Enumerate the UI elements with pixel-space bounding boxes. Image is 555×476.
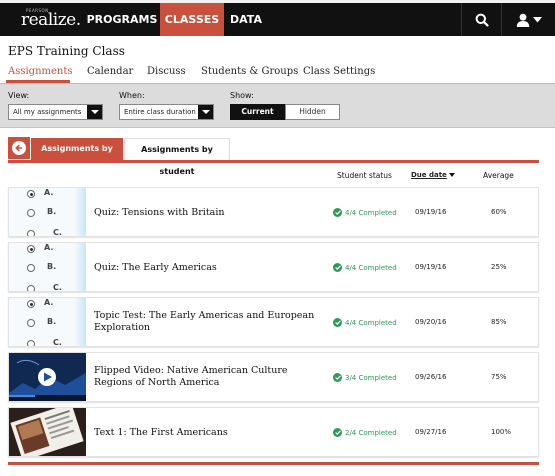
assignment-row[interactable]: A. B. C. Quiz: Tensions with Britain 4/4… xyxy=(8,187,539,237)
when-filter-value: Entire class duration xyxy=(124,108,196,116)
assignment-title[interactable]: Quiz: The Early Americas xyxy=(94,262,217,274)
brand-logo[interactable]: realize. xyxy=(21,10,81,30)
text-thumbnail xyxy=(9,408,86,456)
due-date: 09/19/16 xyxy=(415,208,447,216)
student-status: 3/4 Completed xyxy=(333,373,397,382)
column-header-average: Average xyxy=(483,171,514,180)
student-status: 4/4 Completed xyxy=(333,263,397,272)
view-tab-divider xyxy=(8,160,539,163)
tab-class-settings[interactable]: Class Settings xyxy=(303,66,375,77)
check-icon xyxy=(333,373,342,382)
student-status: 2/4 Completed xyxy=(333,428,397,437)
arrow-left-icon xyxy=(15,144,23,152)
radio-icon xyxy=(27,190,35,198)
video-thumbnail xyxy=(9,353,86,401)
average-score: 75% xyxy=(491,373,507,381)
radio-icon xyxy=(27,300,35,308)
due-date: 09/27/16 xyxy=(415,428,447,436)
check-icon xyxy=(333,428,342,437)
user-menu-button[interactable] xyxy=(501,3,555,36)
sort-down-icon xyxy=(448,173,455,177)
average-score: 85% xyxy=(491,318,507,326)
show-current-toggle[interactable]: Current xyxy=(230,104,285,120)
check-icon xyxy=(333,318,342,327)
tab-assignments-by-student[interactable]: Assignments by student xyxy=(124,138,230,176)
top-nav-bar: PEARSON realize. PROGRAMS CLASSES DATA xyxy=(0,0,555,36)
page-title: EPS Training Class xyxy=(8,44,125,58)
radio-icon xyxy=(27,209,35,217)
when-filter-label: When: xyxy=(119,91,145,100)
average-score: 100% xyxy=(491,428,512,436)
due-date: 09/19/16 xyxy=(415,263,447,271)
assignment-row[interactable]: Flipped Video: Native American Culture R… xyxy=(8,352,539,402)
assignment-title[interactable]: Topic Test: The Early Americas and Europ… xyxy=(94,310,314,334)
tab-discuss[interactable]: Discuss xyxy=(147,66,186,77)
quiz-thumbnail: A. B. C. xyxy=(9,188,86,236)
tab-assignments[interactable]: Assignments xyxy=(8,66,73,77)
chevron-down-icon xyxy=(532,16,542,22)
assignment-title[interactable]: Text 1: The First Americans xyxy=(94,427,228,439)
search-button[interactable] xyxy=(461,3,501,36)
show-filter-label: Show: xyxy=(230,91,254,100)
view-filter-value: All my assignments xyxy=(13,108,82,116)
radio-icon xyxy=(27,230,35,236)
user-icon xyxy=(516,13,529,27)
assignment-title[interactable]: Quiz: Tensions with Britain xyxy=(94,207,224,219)
radio-icon xyxy=(27,245,35,253)
column-header-status: Student status xyxy=(337,171,392,180)
radio-icon xyxy=(27,264,35,272)
list-bottom-divider xyxy=(8,462,539,465)
student-status: 4/4 Completed xyxy=(333,318,397,327)
tab-calendar[interactable]: Calendar xyxy=(87,66,133,77)
chevron-down-icon xyxy=(198,105,213,119)
back-button[interactable] xyxy=(8,137,30,159)
column-header-due-date[interactable]: Due date xyxy=(411,171,455,179)
chevron-down-icon xyxy=(87,105,102,119)
assignment-row[interactable]: A. B. C. Quiz: The Early Americas 4/4 Co… xyxy=(8,242,539,292)
average-score: 25% xyxy=(491,263,507,271)
quiz-thumbnail: A. B. C. xyxy=(9,298,86,346)
when-filter-select[interactable]: Entire class duration xyxy=(119,104,214,120)
view-filter-select[interactable]: All my assignments xyxy=(8,104,103,120)
nav-programs[interactable]: PROGRAMS xyxy=(84,3,160,36)
check-icon xyxy=(333,208,342,217)
average-score: 60% xyxy=(491,208,507,216)
nav-data[interactable]: DATA xyxy=(224,3,268,36)
student-status: 4/4 Completed xyxy=(333,208,397,217)
assignment-row[interactable]: Text 1: The First Americans 2/4 Complete… xyxy=(8,407,539,457)
radio-icon xyxy=(27,340,35,346)
radio-icon xyxy=(27,319,35,327)
assignment-title[interactable]: Flipped Video: Native American Culture R… xyxy=(94,365,288,389)
nav-classes[interactable]: CLASSES xyxy=(160,3,224,36)
tab-assignments-by-class[interactable]: Assignments by class xyxy=(31,138,123,175)
assignment-row[interactable]: A. B. C. Topic Test: The Early Americas … xyxy=(8,297,539,347)
search-icon xyxy=(475,13,489,27)
tab-students-groups[interactable]: Students & Groups xyxy=(201,66,298,77)
view-filter-label: View: xyxy=(8,91,30,100)
due-date: 09/20/16 xyxy=(415,318,447,326)
text-thumbnail-image xyxy=(9,408,86,456)
check-icon xyxy=(333,263,342,272)
quiz-thumbnail: A. B. C. xyxy=(9,243,86,291)
video-thumbnail-image xyxy=(9,353,86,401)
due-date: 09/26/16 xyxy=(415,373,447,381)
show-hidden-toggle[interactable]: Hidden xyxy=(285,104,340,120)
filter-bar: View: All my assignments When: Entire cl… xyxy=(0,84,555,128)
radio-icon xyxy=(27,285,35,291)
